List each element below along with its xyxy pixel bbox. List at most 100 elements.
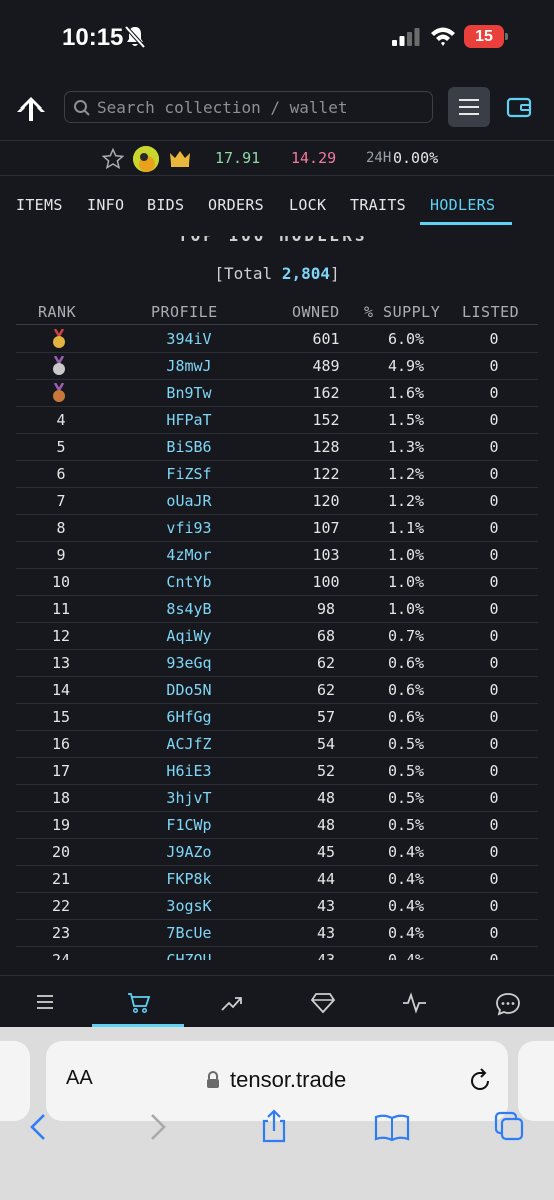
table-row[interactable]: J8mwJ 489 4.9% 0 (16, 353, 538, 380)
table-row[interactable]: 9 4zMor 103 1.0% 0 (16, 542, 538, 569)
tabs-icon[interactable] (490, 1107, 530, 1147)
nav-trending[interactable] (201, 976, 261, 1028)
owned-cell: 100 (312, 573, 340, 591)
menu-button[interactable] (448, 87, 490, 127)
search-box[interactable] (64, 91, 433, 123)
col-profile[interactable]: PROFILE (151, 303, 218, 321)
table-row[interactable]: 10 CntYb 100 1.0% 0 (16, 569, 538, 596)
profile-link[interactable]: oUaJR (154, 492, 224, 510)
holders-table[interactable]: RANK PROFILE OWNED % SUPPLY LISTED 394iV… (16, 298, 538, 960)
table-row[interactable]: 11 8s4yB 98 1.0% 0 (16, 596, 538, 623)
table-row[interactable]: 17 H6iE3 52 0.5% 0 (16, 758, 538, 785)
profile-link[interactable]: J9AZo (154, 843, 224, 861)
supply-cell: 1.3% (387, 438, 425, 456)
table-row[interactable]: 13 93eGq 62 0.6% 0 (16, 650, 538, 677)
profile-link[interactable]: 394iV (154, 330, 224, 348)
table-row[interactable]: 15 6HfGg 57 0.6% 0 (16, 704, 538, 731)
wallet-icon[interactable] (506, 96, 532, 118)
rank-cell: 13 (51, 654, 71, 672)
tab-orders[interactable]: ORDERS (208, 196, 264, 214)
table-row[interactable]: Bn9Tw 162 1.6% 0 (16, 380, 538, 407)
bookmarks-icon[interactable] (372, 1107, 412, 1147)
profile-link[interactable]: Bn9Tw (154, 384, 224, 402)
col-listed[interactable]: LISTED (462, 303, 519, 321)
listed-cell: 0 (489, 735, 499, 753)
profile-link[interactable]: 6HfGg (154, 708, 224, 726)
profile-link[interactable]: CntYb (154, 573, 224, 591)
listed-cell: 0 (489, 762, 499, 780)
tab-info[interactable]: INFO (87, 196, 124, 214)
nav-menu[interactable] (16, 976, 76, 1028)
back-icon[interactable] (18, 1107, 58, 1147)
listed-cell: 0 (489, 870, 499, 888)
table-row[interactable]: 4 HFPaT 152 1.5% 0 (16, 407, 538, 434)
profile-link[interactable]: 8s4yB (154, 600, 224, 618)
reload-icon[interactable] (468, 1067, 492, 1093)
cart-icon (128, 993, 151, 1014)
col-owned[interactable]: OWNED (292, 303, 340, 321)
owned-cell: 43 (316, 924, 336, 942)
profile-link[interactable]: 3ogsK (154, 897, 224, 915)
profile-link[interactable]: 93eGq (154, 654, 224, 672)
profile-link[interactable]: ACJfZ (154, 735, 224, 753)
table-row[interactable]: 19 F1CWp 48 0.5% 0 (16, 812, 538, 839)
url-text[interactable]: tensor.trade (230, 1067, 346, 1093)
share-icon[interactable] (254, 1107, 294, 1147)
reader-settings-button[interactable]: AA (66, 1067, 93, 1090)
col-rank[interactable]: RANK (38, 303, 76, 321)
table-row[interactable]: 8 vfi93 107 1.1% 0 (16, 515, 538, 542)
table-row[interactable]: 14 DDo5N 62 0.6% 0 (16, 677, 538, 704)
profile-link[interactable]: FKP8k (154, 870, 224, 888)
table-row[interactable]: 24 CHZQU 43 0.4% 0 (16, 947, 538, 960)
tab-hodlers[interactable]: HODLERS (430, 196, 495, 214)
profile-link[interactable]: AqiWy (154, 627, 224, 645)
profile-link[interactable]: HFPaT (154, 411, 224, 429)
tab-traits[interactable]: TRAITS (350, 196, 406, 214)
listed-cell: 0 (489, 627, 499, 645)
owned-cell: 48 (316, 816, 336, 834)
change-value: 0.00% (393, 149, 439, 167)
profile-link[interactable]: F1CWp (154, 816, 224, 834)
table-row[interactable]: 16 ACJfZ 54 0.5% 0 (16, 731, 538, 758)
col-supply[interactable]: % SUPPLY (364, 303, 440, 321)
table-row[interactable]: 12 AqiWy 68 0.7% 0 (16, 623, 538, 650)
profile-link[interactable]: DDo5N (154, 681, 224, 699)
table-row[interactable]: 21 FKP8k 44 0.4% 0 (16, 866, 538, 893)
profile-link[interactable]: BiSB6 (154, 438, 224, 456)
nav-activity[interactable] (383, 976, 443, 1028)
forward-icon[interactable] (138, 1107, 178, 1147)
listed-cell: 0 (489, 789, 499, 807)
table-row[interactable]: 20 J9AZo 45 0.4% 0 (16, 839, 538, 866)
tab-items[interactable]: ITEMS (16, 196, 63, 214)
listed-cell: 0 (489, 924, 499, 942)
table-row[interactable]: 22 3ogsK 43 0.4% 0 (16, 893, 538, 920)
listed-cell: 0 (489, 843, 499, 861)
supply-cell: 0.4% (387, 870, 425, 888)
profile-link[interactable]: J8mwJ (154, 357, 224, 375)
nav-chat[interactable] (476, 976, 536, 1028)
star-icon[interactable] (102, 148, 124, 170)
table-row[interactable]: 7 oUaJR 120 1.2% 0 (16, 488, 538, 515)
table-row[interactable]: 23 7BcUe 43 0.4% 0 (16, 920, 538, 947)
table-row[interactable]: 18 3hjvT 48 0.5% 0 (16, 785, 538, 812)
tab-lock[interactable]: LOCK (289, 196, 326, 214)
table-row[interactable]: 5 BiSB6 128 1.3% 0 (16, 434, 538, 461)
profile-link[interactable]: 3hjvT (154, 789, 224, 807)
tensor-logo-icon[interactable] (16, 94, 46, 124)
profile-link[interactable]: vfi93 (154, 519, 224, 537)
table-row[interactable]: 6 FiZSf 122 1.2% 0 (16, 461, 538, 488)
profile-link[interactable]: FiZSf (154, 465, 224, 483)
profile-link[interactable]: H6iE3 (154, 762, 224, 780)
table-row[interactable]: 394iV 601 6.0% 0 (16, 326, 538, 353)
listed-cell: 0 (489, 897, 499, 915)
profile-link[interactable]: 7BcUe (154, 924, 224, 942)
owned-cell: 62 (316, 654, 336, 672)
profile-link[interactable]: 4zMor (154, 546, 224, 564)
search-input[interactable] (97, 95, 427, 119)
tab-bids[interactable]: BIDS (147, 196, 184, 214)
nav-cart[interactable] (108, 976, 168, 1028)
nav-diamond[interactable] (291, 976, 351, 1028)
owned-cell: 68 (316, 627, 336, 645)
profile-link[interactable]: CHZQU (154, 951, 224, 960)
listed-cell: 0 (489, 357, 499, 375)
